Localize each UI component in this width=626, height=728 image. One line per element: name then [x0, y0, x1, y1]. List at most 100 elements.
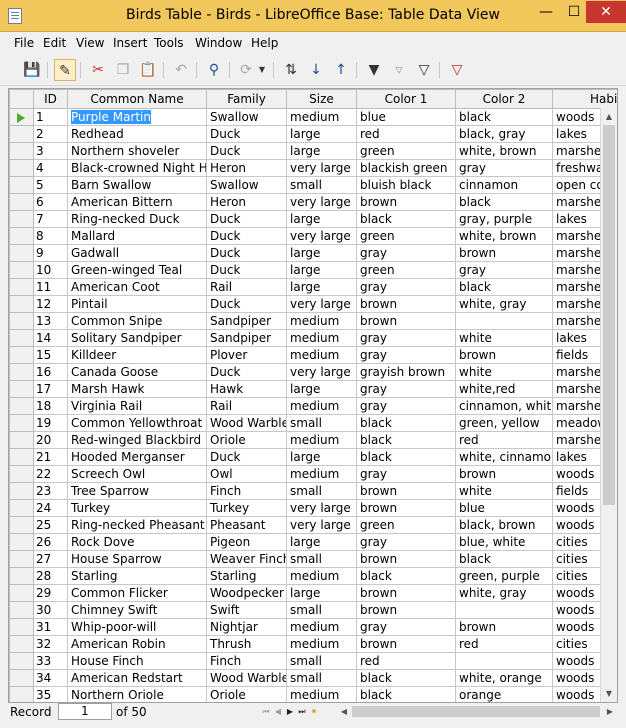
table-cell[interactable]: 31: [33, 618, 68, 636]
table-cell[interactable]: black, gray: [455, 125, 553, 143]
table-cell[interactable]: white, orange: [455, 669, 553, 687]
table-cell[interactable]: Wood Warbler: [206, 669, 287, 687]
table-cell[interactable]: black: [455, 193, 553, 211]
menu-edit[interactable]: Edit: [43, 36, 66, 50]
table-row[interactable]: 3 Northern shoveler Duck large green white, b…: [9, 142, 617, 160]
table-cell[interactable]: white: [455, 329, 553, 347]
table-cell[interactable]: large: [286, 278, 357, 296]
table-cell[interactable]: 14: [33, 329, 68, 347]
table-cell[interactable]: black: [356, 567, 456, 585]
table-cell[interactable]: large: [286, 380, 357, 398]
table-cell[interactable]: 35: [33, 686, 68, 702]
table-cell[interactable]: Ring-necked Duck: [67, 210, 207, 228]
table-cell[interactable]: white: [455, 482, 553, 500]
last-record-icon[interactable]: ⏭: [296, 704, 308, 719]
table-cell[interactable]: Duck: [206, 261, 287, 279]
close-button[interactable]: ✕: [586, 1, 626, 23]
row-selector[interactable]: [9, 227, 34, 245]
edit-data-icon[interactable]: ✎: [54, 59, 76, 81]
table-cell[interactable]: brown: [356, 601, 456, 619]
table-cell[interactable]: gray: [356, 329, 456, 347]
table-row[interactable]: 7 Ring-necked Duck Duck large black gray, pur…: [9, 210, 617, 228]
find-record-icon[interactable]: ⚲: [203, 59, 225, 81]
table-cell[interactable]: 30: [33, 601, 68, 619]
table-cell[interactable]: gray: [356, 244, 456, 262]
row-selector[interactable]: [9, 159, 34, 177]
table-cell[interactable]: 7: [33, 210, 68, 228]
selected-cell-text[interactable]: Purple Martin: [71, 110, 151, 124]
table-row[interactable]: 20 Red-winged Blackbird Oriole medium black r…: [9, 431, 617, 449]
row-selector[interactable]: [9, 686, 34, 702]
row-selector[interactable]: [9, 431, 34, 449]
table-cell[interactable]: brown: [356, 550, 456, 568]
table-cell[interactable]: Canada Goose: [67, 363, 207, 381]
table-cell[interactable]: Gadwall: [67, 244, 207, 262]
table-row[interactable]: 35 Northern Oriole Oriole medium black orange…: [9, 686, 617, 702]
table-cell[interactable]: House Finch: [67, 652, 207, 670]
table-cell[interactable]: [455, 652, 553, 670]
table-cell[interactable]: brown: [455, 346, 553, 364]
table-cell[interactable]: white, brown: [455, 227, 553, 245]
menu-tools[interactable]: Tools: [154, 36, 184, 50]
table-cell[interactable]: brown: [356, 193, 456, 211]
table-cell[interactable]: black, brown: [455, 516, 553, 534]
table-cell[interactable]: brown: [455, 618, 553, 636]
table-cell[interactable]: 19: [33, 414, 68, 432]
table-row[interactable]: 28 Starling Starling medium black green, purp…: [9, 567, 617, 585]
row-selector[interactable]: [9, 295, 34, 313]
refresh-icon[interactable]: ⟳: [235, 59, 257, 81]
table-cell[interactable]: Thrush: [206, 635, 287, 653]
vertical-scroll-thumb[interactable]: [603, 125, 615, 505]
table-cell[interactable]: gray, purple: [455, 210, 553, 228]
table-cell[interactable]: Duck: [206, 227, 287, 245]
table-cell[interactable]: white: [455, 363, 553, 381]
table-cell[interactable]: brown: [455, 465, 553, 483]
table-row[interactable]: 27 House Sparrow Weaver Finch small brown bla…: [9, 550, 617, 568]
table-cell[interactable]: Mallard: [67, 227, 207, 245]
dropdown-icon[interactable]: ▼: [256, 59, 268, 81]
row-selector[interactable]: [9, 584, 34, 602]
row-selector[interactable]: [9, 329, 34, 347]
scroll-left-icon[interactable]: ◀: [336, 703, 352, 720]
table-cell[interactable]: Oriole: [206, 431, 287, 449]
table-cell[interactable]: very large: [286, 295, 357, 313]
table-cell[interactable]: [455, 312, 553, 330]
table-cell[interactable]: black: [356, 448, 456, 466]
table-cell[interactable]: brown: [356, 295, 456, 313]
row-selector[interactable]: [9, 312, 34, 330]
table-data-grid[interactable]: ID Common Name Family Size Color 1 Color 2 Hab…: [8, 88, 618, 703]
table-cell[interactable]: brown: [356, 635, 456, 653]
table-cell[interactable]: red: [356, 652, 456, 670]
table-cell[interactable]: Common Snipe: [67, 312, 207, 330]
row-selector[interactable]: [9, 533, 34, 551]
table-cell[interactable]: very large: [286, 499, 357, 517]
table-cell[interactable]: Duck: [206, 142, 287, 160]
column-header[interactable]: Size: [286, 89, 357, 109]
row-selector[interactable]: [9, 108, 34, 126]
table-row[interactable]: 18 Virginia Rail Rail medium gray cinnamon, w…: [9, 397, 617, 415]
table-cell[interactable]: medium: [286, 618, 357, 636]
table-cell[interactable]: Tree Sparrow: [67, 482, 207, 500]
reset-filter-icon[interactable]: ▽: [446, 59, 468, 81]
table-row[interactable]: 11 American Coot Rail large gray black marshes: [9, 278, 617, 296]
table-cell[interactable]: Common Flicker: [67, 584, 207, 602]
table-cell[interactable]: Oriole: [206, 686, 287, 702]
table-cell[interactable]: Swift: [206, 601, 287, 619]
table-cell[interactable]: blackish green: [356, 159, 456, 177]
row-selector[interactable]: [9, 601, 34, 619]
table-cell[interactable]: black: [356, 210, 456, 228]
table-cell[interactable]: medium: [286, 431, 357, 449]
table-cell[interactable]: Starling: [206, 567, 287, 585]
scroll-up-icon[interactable]: ▲: [601, 108, 617, 125]
table-cell[interactable]: Heron: [206, 193, 287, 211]
row-selector[interactable]: [9, 193, 34, 211]
table-cell[interactable]: Black-crowned Night Heron: [67, 159, 207, 177]
table-cell[interactable]: bluish black: [356, 176, 456, 194]
table-cell[interactable]: very large: [286, 227, 357, 245]
table-cell[interactable]: Redhead: [67, 125, 207, 143]
table-cell[interactable]: Weaver Finch: [206, 550, 287, 568]
table-cell[interactable]: red: [455, 635, 553, 653]
table-cell[interactable]: Duck: [206, 448, 287, 466]
table-row[interactable]: 25 Ring-necked Pheasant Pheasant very large…: [9, 516, 617, 534]
table-cell[interactable]: 5: [33, 176, 68, 194]
